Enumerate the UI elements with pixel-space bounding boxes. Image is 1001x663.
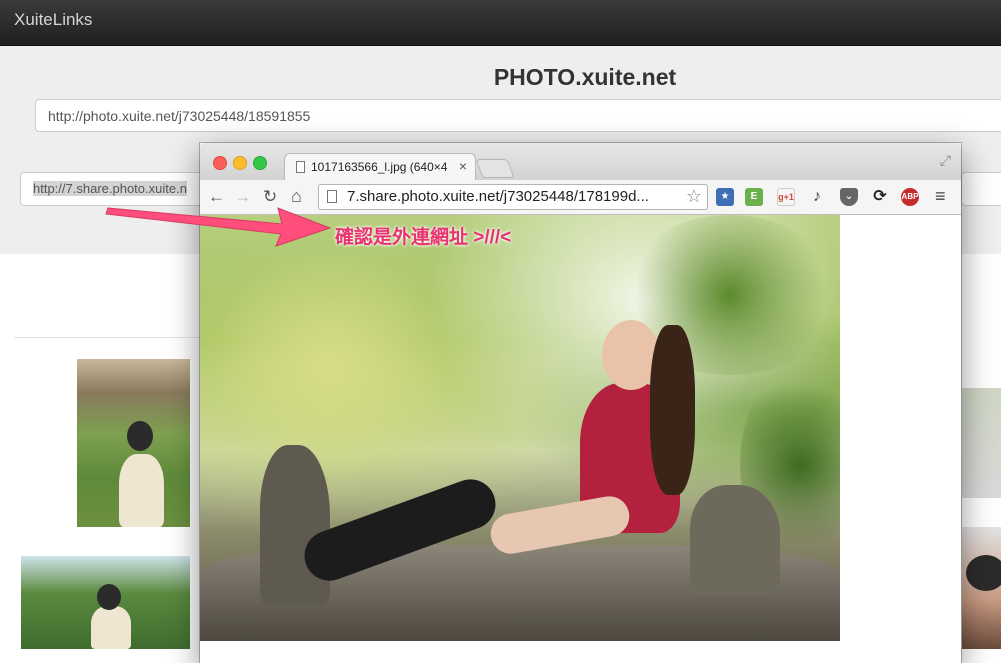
window-close-button[interactable] xyxy=(213,156,227,170)
share-url-output[interactable]: http://7.share.photo.xuite.n xyxy=(20,172,220,206)
evernote-icon[interactable]: E xyxy=(745,188,763,206)
rock xyxy=(260,445,330,605)
photo-thumbnail[interactable] xyxy=(962,388,1001,498)
music-icon[interactable]: ♪ xyxy=(808,188,826,206)
thumbnail-figure xyxy=(119,454,164,527)
pocket-icon[interactable]: ⌄ xyxy=(840,188,858,206)
thumbnail-hat xyxy=(966,555,1001,591)
hamburger-menu-icon[interactable]: ≡ xyxy=(935,186,946,207)
section-divider xyxy=(14,337,214,338)
page-icon xyxy=(327,190,337,203)
figure-hair xyxy=(650,325,695,495)
share-url-output-edge[interactable] xyxy=(961,172,1001,206)
rock xyxy=(690,485,780,595)
bookmark-icon[interactable]: ★ xyxy=(716,188,734,206)
star-icon[interactable]: ☆ xyxy=(686,186,702,207)
thumbnail-figure xyxy=(91,606,131,649)
foliage xyxy=(200,255,460,475)
sync-icon[interactable]: ⟳ xyxy=(871,188,889,206)
home-icon[interactable]: ⌂ xyxy=(291,186,302,207)
photo-thumbnail[interactable] xyxy=(77,359,190,527)
browser-popup-window: 1017163566_l.jpg (640×4 × ⤢ ← → ↻ ⌂ 7.sh… xyxy=(200,143,961,663)
thumbnail-hat xyxy=(97,584,121,610)
close-icon[interactable]: × xyxy=(459,158,467,174)
tab-image[interactable]: 1017163566_l.jpg (640×4 × xyxy=(284,153,476,180)
address-bar[interactable]: 7.share.photo.xuite.net/j73025448/178199… xyxy=(318,184,708,210)
annotation-text: 確認是外連網址 >///< xyxy=(335,227,512,248)
reload-icon[interactable]: ↻ xyxy=(263,187,277,207)
forward-arrow-icon[interactable]: → xyxy=(234,187,251,207)
selected-url-text: http://7.share.photo.xuite.n xyxy=(33,181,187,196)
address-text: 7.share.photo.xuite.net/j73025448/178199… xyxy=(347,188,649,205)
window-zoom-button[interactable] xyxy=(253,156,267,170)
fullscreen-icon[interactable]: ⤢ xyxy=(940,152,951,169)
back-arrow-icon[interactable]: ← xyxy=(208,187,225,207)
page-title: PHOTO.xuite.net xyxy=(493,64,677,90)
brand-link[interactable]: XuiteLinks xyxy=(14,10,92,30)
window-minimize-button[interactable] xyxy=(233,156,247,170)
photo-url-input[interactable]: http://photo.xuite.net/j73025448/1859185… xyxy=(35,99,1001,132)
adblock-plus-icon[interactable]: ABP xyxy=(901,188,919,206)
browser-toolbar: ← → ↻ ⌂ 7.share.photo.xuite.net/j7302544… xyxy=(200,180,961,215)
tab-strip: 1017163566_l.jpg (640×4 × ⤢ xyxy=(200,143,961,180)
top-navbar: XuiteLinks xyxy=(0,0,1001,46)
photo-thumbnail[interactable] xyxy=(962,527,1001,649)
google-plus-icon[interactable]: g+1 xyxy=(777,188,795,206)
full-size-photo xyxy=(200,215,840,641)
photo-thumbnail[interactable] xyxy=(21,556,190,649)
new-tab-button[interactable] xyxy=(475,159,515,178)
document-icon xyxy=(296,161,305,173)
thumbnail-hat xyxy=(127,421,153,451)
tab-title: 1017163566_l.jpg (640×4 xyxy=(311,160,448,174)
